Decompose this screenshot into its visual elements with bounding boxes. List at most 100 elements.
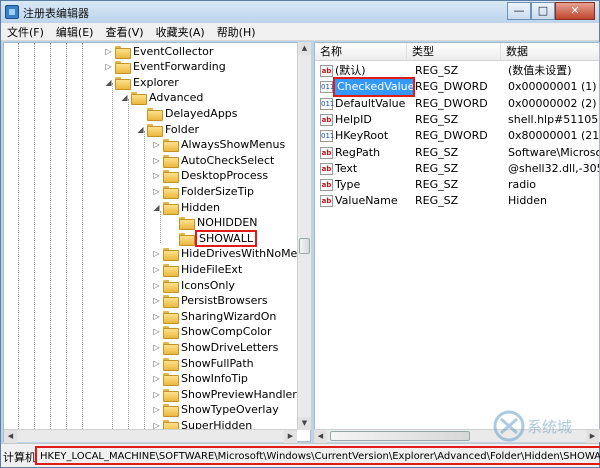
collapse-arrow-icon[interactable]: ◢ xyxy=(136,125,145,134)
tree-node[interactable]: ▷ EventForwarding xyxy=(104,59,226,75)
tree-node[interactable]: ◢ Hidden xyxy=(152,199,220,215)
value-name: Type xyxy=(335,178,361,192)
value-row[interactable]: ab RegPath REG_SZ Software\Microsof xyxy=(315,145,599,161)
tree-node[interactable]: ◢ Explorer xyxy=(104,74,179,90)
tree-node[interactable]: ▷ ShowTypeOverlay xyxy=(152,402,279,418)
close-button[interactable]: ✕ xyxy=(555,2,595,20)
scroll-thumb[interactable] xyxy=(299,238,310,254)
title-bar[interactable]: 注册表编辑器 — □ ✕ xyxy=(1,1,599,23)
column-header-type[interactable]: 类型 xyxy=(407,43,501,61)
expand-arrow-icon[interactable]: ▷ xyxy=(152,343,161,352)
tree-node[interactable]: ▷ PersistBrowsers xyxy=(152,293,268,309)
maximize-button[interactable]: □ xyxy=(531,2,555,20)
tree-node[interactable]: ◢ Folder xyxy=(136,121,199,137)
scroll-left-icon[interactable]: ◀ xyxy=(4,430,17,443)
value-data: radio xyxy=(508,178,537,192)
folder-icon xyxy=(163,341,179,355)
tree-node[interactable]: ▷ IconsOnly xyxy=(152,277,235,293)
tree-node[interactable]: SHOWALL xyxy=(168,229,257,247)
value-row[interactable]: 011 CheckedValue REG_DWORD 0x00000001 (1) xyxy=(315,77,599,98)
expand-arrow-icon[interactable]: ▷ xyxy=(152,312,161,321)
tree-node[interactable]: DelayedApps xyxy=(136,105,238,121)
value-list[interactable]: 名称 类型 数据 ab (默认) REG_SZ (数值未设置) 011 CheckedVa… xyxy=(314,42,600,442)
tree-node[interactable]: ▷ HideDrivesWithNoMedia xyxy=(152,246,310,262)
tree-node[interactable]: ▷ ShowCompColor xyxy=(152,324,272,340)
tree-node[interactable]: ▷ AlwaysShowMenus xyxy=(152,137,285,153)
minimize-button[interactable]: — xyxy=(507,2,531,20)
folder-icon xyxy=(115,76,131,90)
tree-node[interactable]: ◢ Advanced xyxy=(120,90,203,106)
value-name: DefaultValue xyxy=(335,96,406,110)
scroll-right-icon[interactable]: ▶ xyxy=(284,430,297,443)
expand-arrow-icon[interactable]: ▷ xyxy=(152,140,161,149)
value-row[interactable]: 011 DefaultValue REG_DWORD 0x00000002 (2) xyxy=(315,96,599,112)
scroll-up-icon[interactable]: ▲ xyxy=(298,42,311,55)
collapse-arrow-icon[interactable]: ◢ xyxy=(104,78,113,87)
menu-favorites[interactable]: 收藏夹(A) xyxy=(150,24,211,40)
tree-vertical-scrollbar[interactable]: ▲ ▼ xyxy=(297,42,311,430)
scroll-thumb[interactable] xyxy=(330,431,470,441)
tree-node[interactable]: ▷ ShowPreviewHandlers xyxy=(152,386,303,402)
tree-node[interactable]: ▷ FolderSizeTip xyxy=(152,183,254,199)
tree-node[interactable]: ▷ SharingWizardOn xyxy=(152,308,276,324)
tree-node[interactable]: ▷ ShowDriveLetters xyxy=(152,339,278,355)
value-row[interactable]: abText REG_SZ @shell32.dll,-30500 xyxy=(315,161,599,177)
value-data: 0x00000001 (1) xyxy=(508,80,597,94)
scroll-left-icon[interactable]: ◀ xyxy=(314,430,327,443)
menu-help[interactable]: 帮助(H) xyxy=(211,24,262,40)
expand-arrow-icon[interactable]: ▷ xyxy=(152,171,161,180)
expand-arrow-icon[interactable]: ▷ xyxy=(152,374,161,383)
expand-arrow-icon[interactable]: ▷ xyxy=(104,47,113,56)
tree-node-label: DelayedApps xyxy=(165,106,238,120)
column-header-name[interactable]: 名称 xyxy=(315,43,407,61)
expand-arrow-icon[interactable]: ▷ xyxy=(152,249,161,258)
value-name: CheckedValue xyxy=(333,77,415,98)
value-type: REG_SZ xyxy=(415,145,459,159)
expand-arrow-icon[interactable]: ▷ xyxy=(152,265,161,274)
folder-icon xyxy=(147,123,163,137)
value-row[interactable]: ab ValueName REG_SZ Hidden xyxy=(315,193,599,209)
tree-node[interactable]: ▷ ShowInfoTip xyxy=(152,371,248,387)
tree-node[interactable]: ▷ ShowFullPath xyxy=(152,355,254,371)
tree-horizontal-scrollbar[interactable]: ◀ ▶ xyxy=(4,429,297,443)
value-name: Text xyxy=(335,161,358,175)
registry-tree[interactable]: ▷ EventCollector ▷ EventForwarding ◢ Explorer… xyxy=(3,42,311,442)
value-row[interactable]: ab HelpID REG_SZ shell.hlp#51105 xyxy=(315,112,599,128)
expand-arrow-icon[interactable]: ▷ xyxy=(152,359,161,368)
tree-node-label: ShowInfoTip xyxy=(181,372,248,386)
expand-arrow-icon[interactable]: ▷ xyxy=(152,187,161,196)
column-header-data[interactable]: 数据 xyxy=(501,43,599,61)
value-row[interactable]: 011HKeyRoot REG_DWORD 0x80000001 (21474 xyxy=(315,128,599,144)
scroll-down-icon[interactable]: ▼ xyxy=(298,417,311,430)
expand-arrow-icon[interactable]: ▷ xyxy=(152,390,161,399)
status-bar: 计算机 HKEY_LOCAL_MACHINE\SOFTWARE\Microsof… xyxy=(1,443,600,467)
expand-arrow-icon[interactable]: ▷ xyxy=(152,296,161,305)
expand-arrow-icon[interactable]: ▷ xyxy=(152,281,161,290)
string-value-icon: ab xyxy=(320,179,333,192)
tree-node[interactable]: ▷ DesktopProcess xyxy=(152,168,268,184)
expand-arrow-icon[interactable]: ▷ xyxy=(152,405,161,414)
tree-node[interactable]: ▷ HideFileExt xyxy=(152,261,242,277)
value-row[interactable]: ab Type REG_SZ radio xyxy=(315,177,599,193)
collapse-arrow-icon[interactable]: ◢ xyxy=(120,93,129,102)
tree-node[interactable]: ▷ EventCollector xyxy=(104,43,213,59)
menu-edit[interactable]: 编辑(E) xyxy=(50,24,100,40)
expand-arrow-icon[interactable]: ▷ xyxy=(104,62,113,71)
scroll-right-icon[interactable]: ▶ xyxy=(586,430,599,443)
list-horizontal-scrollbar[interactable]: ◀ ▶ xyxy=(314,429,600,443)
value-name: (默认) xyxy=(335,64,366,77)
menu-file[interactable]: 文件(F) xyxy=(1,24,50,40)
value-data: Hidden xyxy=(508,194,548,208)
tree-node[interactable]: NOHIDDEN xyxy=(168,215,258,231)
value-name: RegPath xyxy=(335,145,381,159)
tree-guide-line xyxy=(112,83,113,441)
collapse-arrow-icon[interactable]: ◢ xyxy=(152,203,161,212)
folder-icon xyxy=(179,232,195,246)
menu-view[interactable]: 查看(V) xyxy=(99,24,149,40)
tree-node[interactable]: ▷ AutoCheckSelect xyxy=(152,152,274,168)
expand-arrow-icon[interactable]: ▷ xyxy=(152,156,161,165)
value-name: ValueName xyxy=(335,194,398,208)
value-data: @shell32.dll,-30500 xyxy=(508,161,599,175)
expand-arrow-icon[interactable]: ▷ xyxy=(152,327,161,336)
value-row[interactable]: ab (默认) REG_SZ (数值未设置) xyxy=(315,63,599,79)
